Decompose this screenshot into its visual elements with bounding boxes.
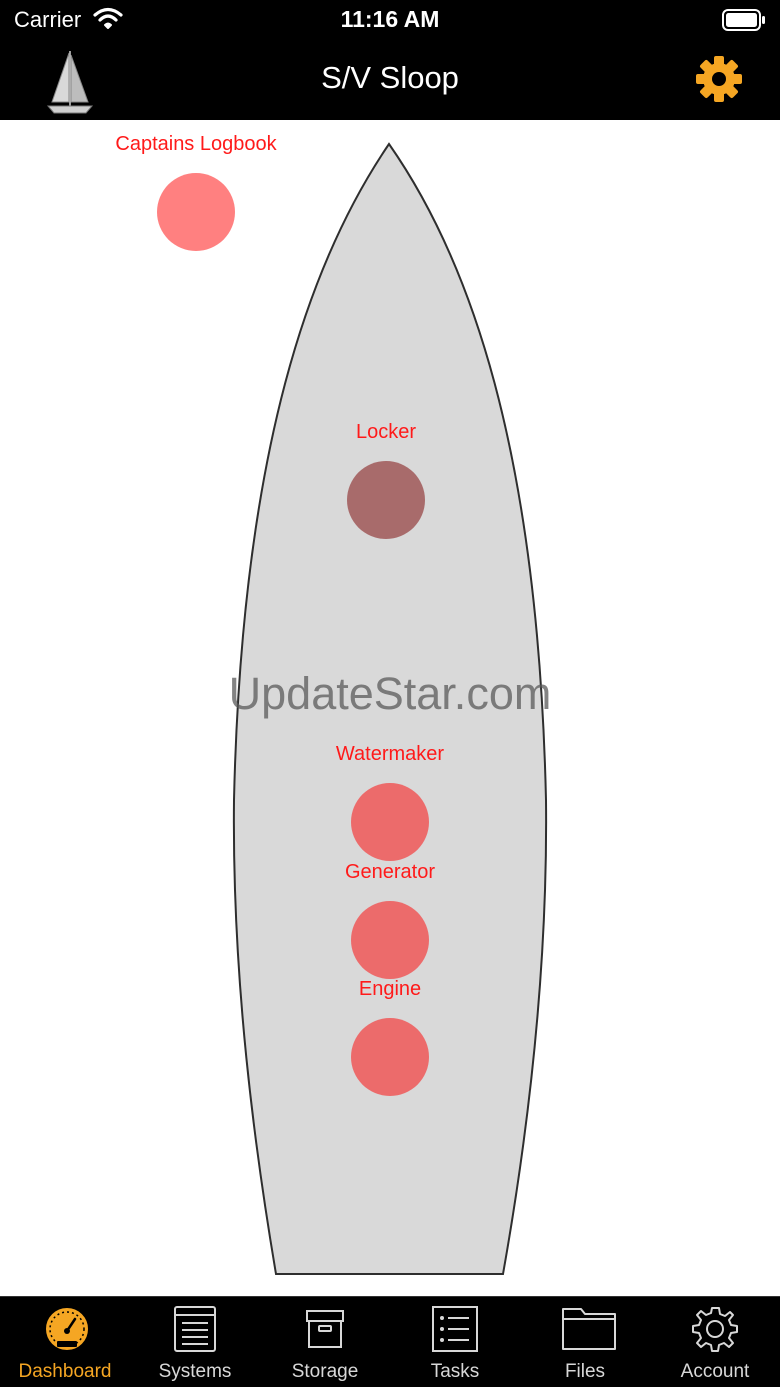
hotspot-locker[interactable]: Locker <box>347 421 425 539</box>
hotspot-label: Locker <box>355 421 417 443</box>
hotspot-dot <box>351 901 429 979</box>
battery-icon <box>722 9 766 36</box>
hotspot-captains-logbook[interactable]: Captains Logbook <box>115 133 277 251</box>
navigation-bar: S/V Sloop <box>0 40 780 120</box>
status-time: 11:16 AM <box>340 6 440 32</box>
tab-label: Account <box>680 1361 750 1382</box>
gear-icon[interactable] <box>694 54 744 109</box>
hotspot-dot <box>347 461 425 539</box>
hotspot-engine[interactable]: Engine <box>351 978 429 1096</box>
hotspot-dot <box>351 1018 429 1096</box>
tab-label: Files <box>564 1361 606 1382</box>
tab-label: Systems <box>158 1361 232 1382</box>
tab-files[interactable]: Files <box>520 1297 650 1388</box>
hotspot-label: Engine <box>358 978 422 1000</box>
hotspot-label: Generator <box>344 861 436 883</box>
hotspot-label: Captains Logbook <box>115 133 277 155</box>
tab-systems[interactable]: Systems <box>130 1297 260 1388</box>
tab-account[interactable]: Account <box>650 1297 780 1388</box>
status-bar: Carrier 11:16 AM <box>0 0 780 40</box>
hotspot-label: Watermaker <box>335 743 445 765</box>
tab-storage[interactable]: Storage <box>260 1297 390 1388</box>
tab-label: Dashboard <box>18 1361 112 1382</box>
tab-bar: Dashboard Systems Storage Tasks Files Ac… <box>0 1296 780 1387</box>
tab-label: Tasks <box>430 1361 480 1382</box>
hotspot-generator[interactable]: Generator <box>345 861 435 979</box>
boat-hull <box>232 142 548 1275</box>
hotspot-watermaker[interactable]: Watermaker <box>336 743 444 861</box>
tab-label: Storage <box>291 1361 359 1382</box>
tab-tasks[interactable]: Tasks <box>390 1297 520 1388</box>
tab-dashboard[interactable]: Dashboard <box>0 1297 130 1388</box>
boat-diagram: Captains Logbook Locker Watermaker Gener… <box>0 120 780 1296</box>
page-title: S/V Sloop <box>321 60 459 95</box>
hotspot-dot <box>157 173 235 251</box>
hotspot-dot <box>351 783 429 861</box>
